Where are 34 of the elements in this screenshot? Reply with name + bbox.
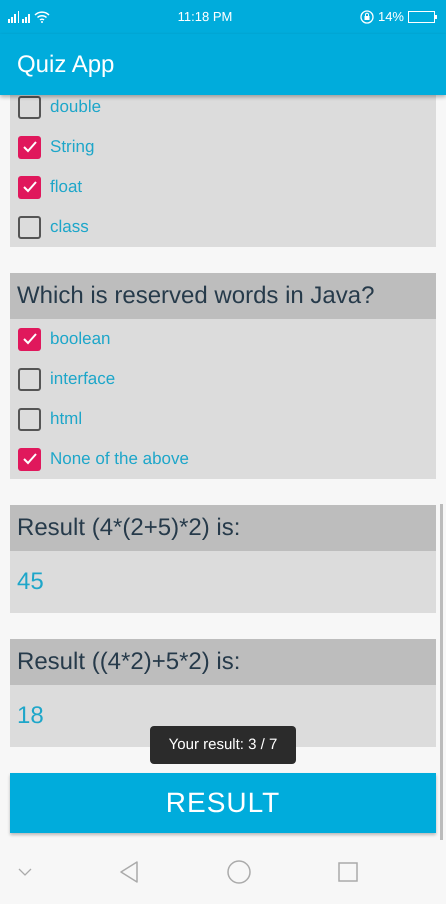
checkbox[interactable] — [18, 368, 41, 390]
battery-percent: 14% — [378, 8, 404, 26]
result-button[interactable]: RESULT — [10, 773, 436, 833]
option-label[interactable]: None of the above — [50, 446, 189, 472]
toast-message: Your result: 3 / 7 — [150, 726, 296, 764]
option-label[interactable]: float — [50, 174, 82, 200]
option-label[interactable]: interface — [50, 366, 116, 392]
wifi-icon — [34, 11, 50, 23]
checkbox[interactable] — [18, 408, 41, 430]
option-label[interactable]: html — [50, 406, 82, 432]
checkmark-icon — [22, 451, 38, 467]
checkbox[interactable] — [18, 448, 41, 470]
signal-icon — [8, 11, 30, 23]
checkmark-icon — [22, 139, 38, 155]
checkbox[interactable] — [18, 328, 41, 350]
option-label[interactable]: String — [50, 134, 94, 160]
battery-icon — [408, 11, 438, 23]
question-header: Which is reserved words in Java? — [10, 273, 436, 319]
app-title: Quiz App — [17, 50, 114, 80]
result-header: Result ((4*2)+5*2) is: — [10, 639, 436, 685]
result-value: 18 — [17, 701, 44, 731]
result-value: 45 — [17, 567, 44, 597]
option-label[interactable]: class — [50, 214, 89, 240]
status-time: 11:18 PM — [178, 8, 232, 26]
result-header: Result (4*(2+5)*2) is: — [10, 505, 436, 551]
rotation-lock-icon — [360, 10, 374, 24]
checkbox[interactable] — [18, 176, 41, 198]
checkbox[interactable] — [18, 96, 41, 118]
checkbox[interactable] — [18, 136, 41, 158]
checkbox[interactable] — [18, 216, 41, 238]
option-label[interactable]: double — [50, 95, 102, 120]
checkmark-icon — [22, 331, 38, 347]
checkmark-icon — [22, 179, 38, 195]
option-label[interactable]: boolean — [50, 326, 111, 352]
